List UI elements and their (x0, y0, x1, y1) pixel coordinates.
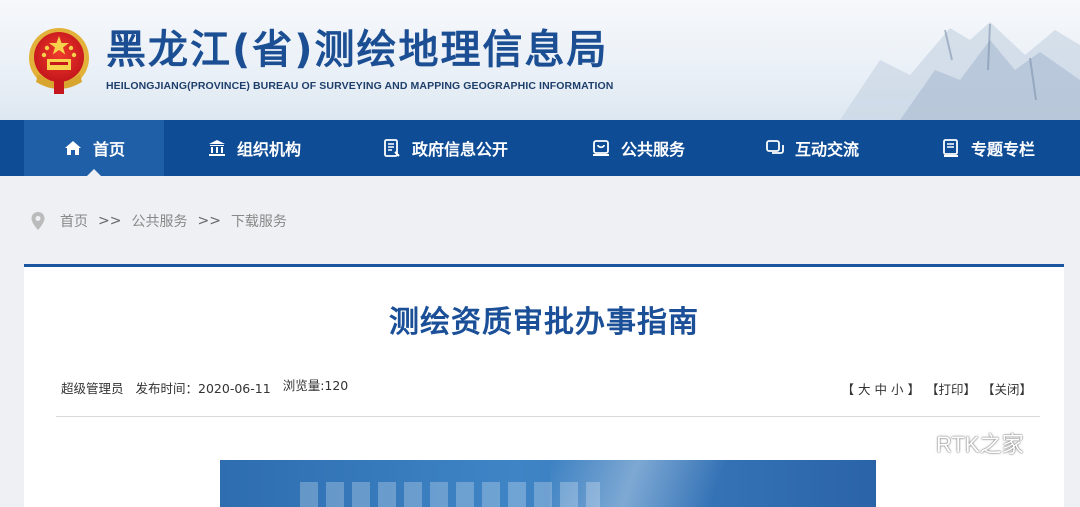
nav-label: 公共服务 (620, 140, 685, 159)
nav-public-service[interactable]: 公共服务 (568, 120, 708, 176)
nav-interaction[interactable]: 互动交流 (742, 120, 882, 176)
breadcrumb-separator: >> (98, 213, 122, 229)
breadcrumb-download[interactable]: 下载服务 (231, 211, 287, 231)
breadcrumb: 首页 >> 公共服务 >> 下载服务 (30, 209, 287, 233)
nav-label: 组织机构 (236, 140, 301, 159)
active-caret (87, 169, 101, 176)
font-size-button[interactable]: 【 大 中 小 】 (842, 379, 920, 398)
wechat-icon (897, 430, 928, 456)
nav-label: 专题专栏 (970, 140, 1035, 159)
nav-special-topics[interactable]: 专题专栏 (918, 120, 1058, 176)
nav-label: 互动交流 (794, 140, 859, 159)
building-icon (207, 138, 227, 158)
nav-organization[interactable]: 组织机构 (184, 120, 324, 176)
nav-label: 政府信息公开 (411, 140, 508, 159)
site-title: 黑龙江(省)测绘地理信息局 (106, 27, 609, 73)
watermark: RTK之家 (896, 427, 1024, 459)
site-subtitle: HEILONGJIANG(PROVINCE) BUREAU OF SURVEYI… (106, 80, 614, 92)
banner-shine (550, 460, 730, 507)
nav-label: 首页 (92, 140, 125, 159)
book-icon (941, 138, 961, 158)
breadcrumb-separator: >> (197, 213, 221, 229)
watermark-text: RTK之家 (936, 432, 1024, 457)
document-icon (382, 138, 402, 158)
article-tools: 【 大 中 小 】 【打印】 【关闭】 (842, 379, 1032, 398)
breadcrumb-public-service[interactable]: 公共服务 (131, 211, 187, 231)
article-banner-image (220, 460, 876, 507)
breadcrumb-home[interactable]: 首页 (60, 211, 88, 231)
views-count: 120 (324, 378, 349, 393)
article-meta: 超级管理员 发布时间：2020-06-11 浏览量:120 (61, 378, 348, 397)
publish-date: 2020-06-11 (198, 381, 271, 396)
article-author: 超级管理员 (61, 381, 124, 396)
location-pin-icon (31, 212, 45, 230)
main-nav: 首页 组织机构 政府信息公开 公共服务 互动交流 专题专栏 (0, 120, 1080, 176)
article-title: 测绘资质审批办事指南 (389, 305, 699, 340)
site-header: 黑龙江(省)测绘地理信息局 HEILONGJIANG(PROVINCE) BUR… (0, 0, 1080, 120)
publish-label: 发布时间： (135, 381, 199, 396)
article-card: 测绘资质审批办事指南 超级管理员 发布时间：2020-06-11 浏览量:120… (24, 264, 1064, 507)
nav-gov-info[interactable]: 政府信息公开 (360, 120, 530, 176)
close-button[interactable]: 【关闭】 (982, 379, 1032, 398)
national-emblem-icon (29, 28, 89, 94)
nav-home[interactable]: 首页 (24, 120, 164, 176)
chat-icon (765, 138, 785, 158)
article-date: 发布时间：2020-06-11 (136, 378, 271, 397)
article-views: 浏览量:120 (283, 375, 349, 394)
divider (56, 416, 1040, 417)
mountain-decoration-icon (840, 22, 1080, 120)
views-label: 浏览量: (282, 378, 325, 393)
print-button[interactable]: 【打印】 (926, 379, 976, 398)
home-icon (63, 138, 83, 158)
service-icon (591, 138, 611, 158)
